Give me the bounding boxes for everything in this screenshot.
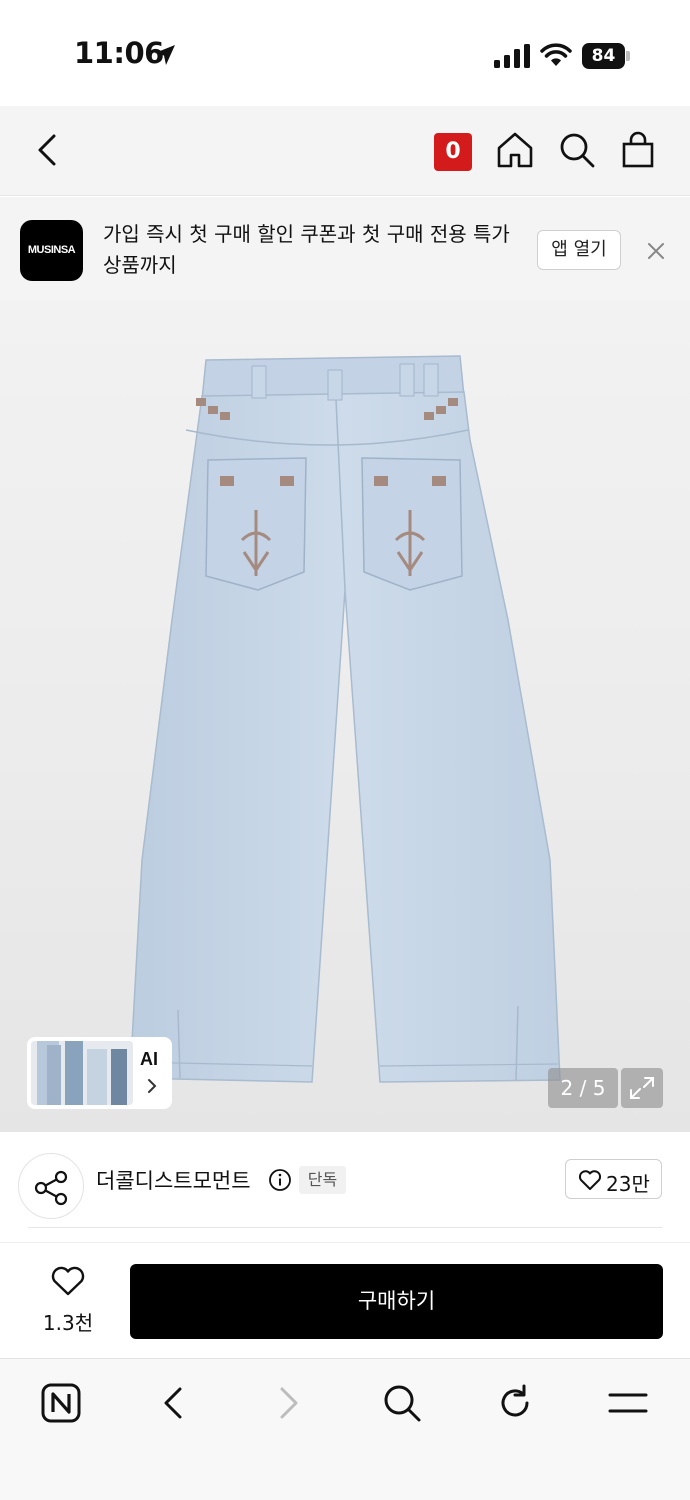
product-image-carousel[interactable]: AI 2 / 5 — [0, 300, 690, 1132]
musinsa-logo: MUSINSA — [20, 220, 83, 281]
share-icon — [34, 1170, 68, 1206]
wishlist-button[interactable]: 1.3천 — [30, 1265, 106, 1335]
jeans-photo — [129, 355, 561, 1083]
buy-button[interactable]: 구매하기 — [130, 1264, 663, 1339]
cellular-signal-icon — [494, 44, 530, 68]
expand-image-button[interactable] — [621, 1068, 663, 1108]
info-icon[interactable] — [268, 1168, 292, 1192]
ai-label: AI — [140, 1049, 158, 1069]
heart-icon — [578, 1170, 602, 1190]
brand-like-button[interactable]: 23만 — [565, 1159, 662, 1199]
brand-like-count: 23만 — [606, 1172, 650, 1196]
ai-styling-thumbnail[interactable]: AI — [27, 1037, 172, 1109]
menu-icon[interactable] — [606, 1381, 650, 1425]
close-icon[interactable] — [642, 237, 670, 265]
browser-forward-icon[interactable] — [266, 1381, 310, 1425]
status-time: 11:06 — [74, 36, 164, 70]
search-icon[interactable] — [557, 130, 597, 170]
reload-icon[interactable] — [493, 1381, 537, 1425]
exclusive-badge: 단독 — [299, 1166, 346, 1194]
open-app-button[interactable]: 앱 열기 — [537, 230, 621, 270]
shopping-bag-icon[interactable] — [618, 130, 658, 170]
home-icon[interactable] — [495, 130, 535, 170]
status-bar: 11:06 84 — [0, 0, 690, 106]
naver-home-icon[interactable] — [39, 1381, 83, 1425]
share-button[interactable] — [18, 1153, 84, 1219]
battery-icon: 84 — [582, 43, 630, 69]
divider — [28, 1227, 662, 1228]
wishlist-count: 1.3천 — [42, 1311, 94, 1335]
brand-name[interactable]: 더콜디스트모먼트 — [96, 1165, 251, 1195]
banner-message: 가입 즉시 첫 구매 할인 쿠폰과 첫 구매 전용 특가 상품까지 — [103, 222, 510, 277]
expand-icon — [630, 1077, 654, 1099]
location-arrow-icon — [155, 45, 175, 65]
app-install-banner: MUSINSA 가입 즉시 첫 구매 할인 쿠폰과 첫 구매 전용 특가 상품까… — [0, 197, 690, 300]
image-page-indicator: 2 / 5 — [548, 1068, 618, 1108]
browser-back-icon[interactable] — [152, 1381, 196, 1425]
ai-thumbnail-image — [31, 1041, 133, 1105]
battery-level: 84 — [582, 43, 625, 69]
top-nav-bar: 0 — [0, 106, 690, 196]
heart-icon — [51, 1266, 85, 1296]
brand-row: 더콜디스트모먼트 단독 23만 — [0, 1132, 690, 1242]
browser-toolbar — [0, 1358, 690, 1500]
wifi-icon — [540, 43, 572, 66]
browser-search-icon[interactable] — [380, 1381, 424, 1425]
back-icon[interactable] — [28, 130, 68, 170]
cart-count-badge[interactable]: 0 — [434, 133, 472, 171]
purchase-bar: 1.3천 구매하기 — [0, 1242, 690, 1358]
chevron-right-icon — [148, 1079, 157, 1093]
